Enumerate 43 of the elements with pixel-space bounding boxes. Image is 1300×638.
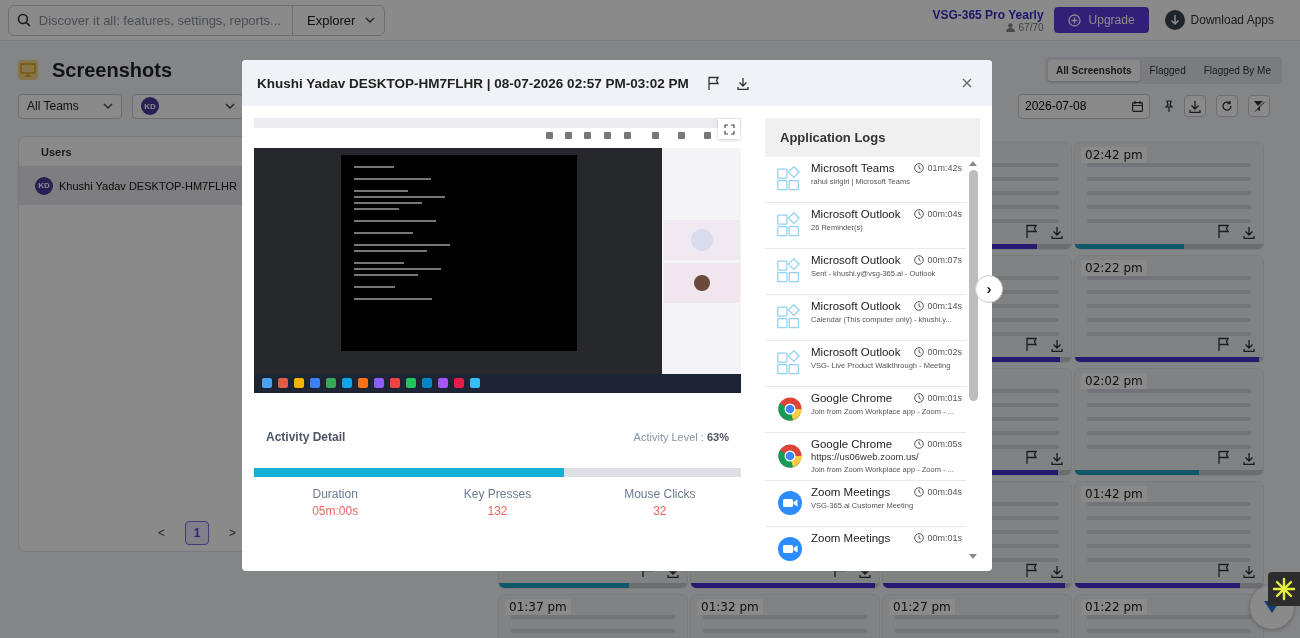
app-name: Microsoft Outlook <box>811 208 901 220</box>
stat-label: Duration <box>311 487 359 501</box>
duration: 00m:14s <box>927 301 962 311</box>
duration: 00m:05s <box>927 439 962 449</box>
stat-label: Key Presses <box>462 487 533 501</box>
modal-title: Khushi Yadav DESKTOP-HM7FLHR | 08-07-2026 02:57 PM-03:02 PM <box>257 75 689 91</box>
app-name: Google Chrome <box>811 438 893 450</box>
app-name: Google Chrome <box>811 392 893 404</box>
stat-value: 32 <box>652 504 668 518</box>
section-title: Application Logs <box>765 118 980 157</box>
duration: 00m:07s <box>927 255 962 265</box>
duration: 00m:04s <box>927 209 962 219</box>
user-name: Khushi Yadav DESKTOP-HM7FLHR <box>59 179 237 192</box>
capture-time: 02:22 pm <box>1081 260 1147 276</box>
duration: 00m:02s <box>927 347 962 357</box>
capture-time: 01:37 pm <box>505 599 571 615</box>
capture-time: 02:02 pm <box>1081 373 1147 389</box>
duration: 00m:01s <box>927 393 962 403</box>
page-title: Screenshots <box>52 58 173 82</box>
section-title: Activity Detail <box>266 430 346 444</box>
activity-level-label: Activity Level : <box>633 431 705 443</box>
url-text: https://us06web.zoom.us/ <box>811 451 920 462</box>
stat-value: 05m:00s <box>311 504 360 518</box>
avatar: KD <box>35 176 53 195</box>
app-name: Microsoft Outlook <box>811 346 901 358</box>
duration: 00m:04s <box>927 487 962 497</box>
app-name: Microsoft Outlook <box>811 300 901 312</box>
activity-level-value: 63% <box>706 431 729 443</box>
stat-value: 132 <box>486 504 509 518</box>
capture-time: 02:42 pm <box>1081 147 1147 163</box>
app-name: Zoom Meetings <box>811 486 891 498</box>
app-name: Zoom Meetings <box>811 532 891 544</box>
capture-time: 01:27 pm <box>889 599 955 615</box>
duration: 01m:42s <box>927 163 962 173</box>
capture-time: 01:42 pm <box>1081 486 1147 502</box>
capture-time: 01:22 pm <box>1081 599 1147 615</box>
stat-label: Mouse Clicks <box>623 487 697 501</box>
avatar: KD <box>141 97 159 115</box>
duration: 00m:01s <box>927 533 962 543</box>
app-name: Microsoft Outlook <box>811 254 901 266</box>
seat-count: 67/70 <box>1018 21 1044 33</box>
app-name: Microsoft Teams <box>811 162 895 174</box>
capture-time: 01:32 pm <box>697 599 763 615</box>
